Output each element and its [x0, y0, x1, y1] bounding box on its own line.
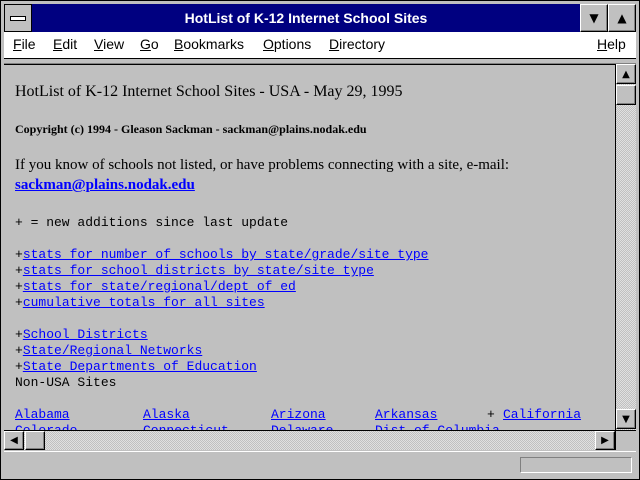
new-addition-marker: + — [487, 407, 495, 422]
stats-line-1: +stats for number of schools by state/gr… — [15, 247, 429, 262]
window-title: HotList of K-12 Internet School Sites — [184, 10, 428, 26]
arrow-left-icon: ◀ — [10, 435, 18, 446]
legend-text: + = new additions since last update — [15, 215, 289, 230]
page-title: HotList of K-12 Internet School Sites - … — [15, 83, 403, 100]
maximize-icon: ▲ — [617, 11, 627, 25]
horizontal-scroll-thumb[interactable] — [25, 431, 45, 450]
stats-districts-link[interactable]: stats for school districts by state/site… — [23, 263, 374, 278]
section-line-2: +State/Regional Networks — [15, 343, 203, 358]
menu-help[interactable]: Help — [597, 36, 626, 52]
status-text — [10, 457, 510, 472]
stats-regional-link[interactable]: stats for state/regional/dept of ed — [23, 279, 296, 294]
scroll-up-button[interactable]: ▲ — [616, 64, 636, 84]
regional-networks-link[interactable]: State/Regional Networks — [23, 343, 202, 358]
intro-text: If you know of schools not listed, or ha… — [15, 157, 510, 173]
state-link-alabama[interactable]: Alabama — [15, 407, 70, 422]
copyright-notice: Copyright (c) 1994 - Gleason Sackman - s… — [15, 122, 367, 136]
cumulative-totals-link[interactable]: cumulative totals for all sites — [23, 295, 265, 310]
state-link-arizona[interactable]: Arizona — [271, 407, 326, 422]
non-usa-sites: Non-USA Sites — [15, 375, 117, 390]
minimize-button[interactable]: ▼ — [580, 4, 608, 32]
state-link-arkansas[interactable]: Arkansas — [375, 407, 437, 422]
title-bar[interactable]: HotList of K-12 Internet School Sites ▼ … — [4, 4, 636, 32]
system-menu-icon[interactable] — [4, 4, 32, 32]
scroll-down-button[interactable]: ▼ — [616, 409, 636, 429]
maximize-button[interactable]: ▲ — [608, 4, 636, 32]
arrow-up-icon: ▲ — [622, 68, 630, 80]
menu-bookmarks[interactable]: Bookmarks — [174, 36, 244, 52]
stats-line-4: +cumulative totals for all sites — [15, 295, 265, 310]
arrow-right-icon: ▶ — [601, 435, 609, 446]
document-view[interactable]: HotList of K-12 Internet School Sites - … — [4, 64, 615, 431]
menu-bar: File Edit View Go Bookmarks Options Dire… — [4, 32, 636, 59]
status-bar — [4, 451, 636, 477]
menu-go[interactable]: Go — [140, 36, 159, 52]
minimize-icon: ▼ — [589, 11, 599, 25]
stats-line-2: +stats for school districts by state/sit… — [15, 263, 374, 278]
stats-line-3: +stats for state/regional/dept of ed — [15, 279, 296, 294]
menu-edit[interactable]: Edit — [53, 36, 77, 52]
menu-view[interactable]: View — [94, 36, 124, 52]
horizontal-scrollbar[interactable]: ◀ ▶ — [4, 430, 615, 450]
school-districts-link[interactable]: School Districts — [23, 327, 148, 342]
menu-file[interactable]: File — [13, 36, 36, 52]
progress-indicator — [520, 457, 632, 473]
menu-options[interactable]: Options — [263, 36, 311, 52]
email-link[interactable]: sackman@plains.nodak.edu — [15, 177, 195, 194]
vertical-scroll-thumb[interactable] — [616, 85, 636, 105]
state-link-alaska[interactable]: Alaska — [143, 407, 190, 422]
stats-schools-link[interactable]: stats for number of schools by state/gra… — [23, 247, 429, 262]
scroll-right-button[interactable]: ▶ — [595, 431, 615, 450]
section-line-3: +State Departments of Education — [15, 359, 257, 374]
scrollbar-corner — [615, 430, 636, 450]
state-link-california[interactable]: California — [503, 407, 581, 422]
state-departments-link[interactable]: State Departments of Education — [23, 359, 257, 374]
menu-directory[interactable]: Directory — [329, 36, 385, 52]
arrow-down-icon: ▼ — [622, 413, 630, 425]
section-line-1: +School Districts — [15, 327, 148, 342]
scroll-left-button[interactable]: ◀ — [4, 431, 24, 450]
vertical-scrollbar[interactable]: ▲ ▼ — [615, 64, 636, 430]
